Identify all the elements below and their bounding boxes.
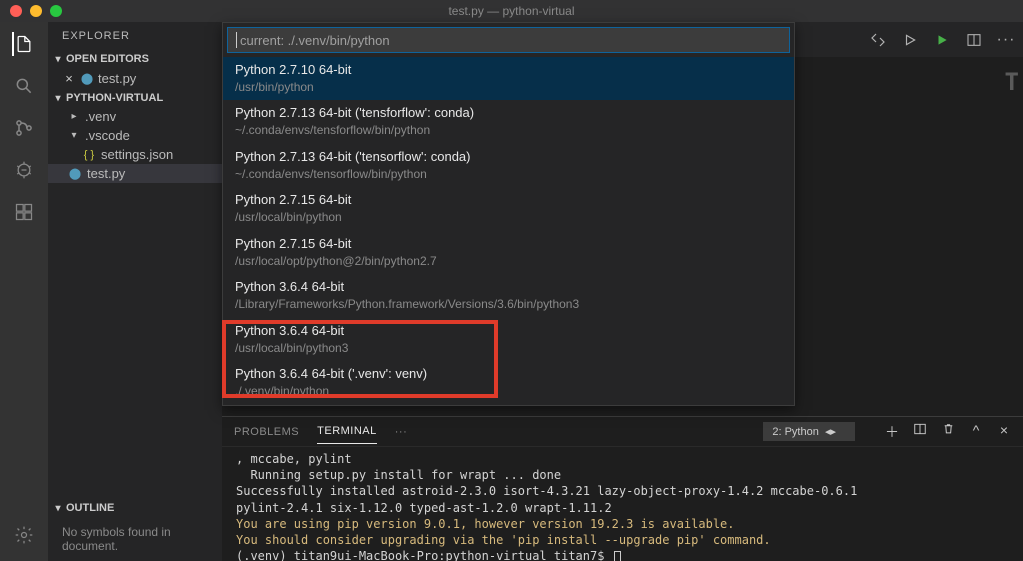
panel-tabs: PROBLEMS TERMINAL ··· 2: Python ◂▸ ＋ ^ ×	[222, 417, 1023, 447]
quickpick-item[interactable]: Python 3.6.4 64-bit/Library/Frameworks/P…	[223, 274, 794, 317]
terminal-select[interactable]: 2: Python ◂▸	[763, 422, 855, 441]
diff-icon[interactable]	[869, 31, 887, 49]
terminal-body[interactable]: , mccabe, pylint Running setup.py instal…	[222, 447, 1023, 561]
quickpick-item-desc: ~/.conda/envs/tensorflow/bin/python	[235, 167, 782, 183]
open-editor-label: test.py	[98, 71, 136, 86]
terminal-line: You are using pip version 9.0.1, however…	[236, 516, 1009, 532]
quickpick-item-label: Python 2.7.13 64-bit ('tensforflow': con…	[235, 105, 782, 122]
run-outline-icon[interactable]	[901, 31, 919, 49]
quickpick-item-desc: ~/.conda/envs/tensforflow/bin/python	[235, 123, 782, 139]
quickpick-item-desc: ./.venv/bin/python	[235, 384, 782, 400]
outline-empty: No symbols found in document.	[48, 517, 222, 561]
tab-terminal[interactable]: TERMINAL	[317, 419, 377, 444]
workspace-header[interactable]: ▾PYTHON-VIRTUAL	[48, 89, 222, 107]
split-editor-icon[interactable]	[965, 31, 983, 49]
quickpick-item[interactable]: Python 2.7.13 64-bit ('tensforflow': con…	[223, 100, 794, 143]
file-item[interactable]: { } settings.json	[48, 145, 222, 164]
chevron-down-icon: ▾	[52, 54, 64, 65]
quickpick-item[interactable]: Python 2.7.10 64-bit/usr/bin/python	[223, 57, 794, 100]
quickpick-item-label: Python 3.6.4 64-bit	[235, 323, 782, 340]
tree-item-label: .venv	[85, 109, 116, 124]
quickpick-input[interactable]: current: ./.venv/bin/python	[227, 27, 790, 53]
settings-gear-icon[interactable]	[12, 523, 36, 547]
quickpick-item-label: Python 2.7.15 64-bit	[235, 236, 782, 253]
titlebar: test.py — python-virtual	[0, 0, 1023, 22]
close-panel-icon[interactable]: ×	[997, 422, 1011, 442]
terminal-line: , mccabe, pylint	[236, 451, 1009, 467]
trash-icon[interactable]	[941, 422, 955, 442]
quickpick-item-desc: /usr/local/bin/python	[235, 210, 782, 226]
debug-icon[interactable]	[12, 158, 36, 182]
interpreter-quickpick: current: ./.venv/bin/python Python 2.7.1…	[222, 22, 795, 406]
terminal-line: You should consider upgrading via the 'p…	[236, 532, 1009, 548]
tab-problems[interactable]: PROBLEMS	[234, 426, 299, 438]
new-terminal-icon[interactable]: ＋	[885, 422, 899, 442]
open-editor-item[interactable]: × ⬤ test.py	[48, 68, 222, 89]
close-window-button[interactable]	[10, 5, 22, 17]
traffic-lights	[10, 5, 62, 17]
terminal-line: pylint-2.4.1 six-1.12.0 typed-ast-1.2.0 …	[236, 500, 1009, 516]
quickpick-item-desc: /usr/local/opt/python@2/bin/python2.7	[235, 254, 782, 270]
python-file-icon: ⬤	[68, 167, 82, 181]
run-icon[interactable]	[933, 31, 951, 49]
quickpick-item[interactable]: Python 2.7.15 64-bit/usr/local/bin/pytho…	[223, 187, 794, 230]
python-file-icon: ⬤	[80, 72, 94, 86]
terminal-line: (.venv) titan9ui-MacBook-Pro:python-virt…	[236, 548, 1009, 561]
quickpick-item-label: Python 2.7.10 64-bit	[235, 62, 782, 79]
git-icon[interactable]	[12, 116, 36, 140]
files-icon[interactable]	[12, 32, 36, 56]
chevron-down-icon: ▾	[68, 130, 80, 141]
maximize-panel-icon[interactable]: ^	[969, 422, 983, 442]
quickpick-item-label: Python 3.6.4 64-bit ('.venv': venv)	[235, 366, 782, 383]
file-tree: ▸ .venv ▾ .vscode { } settings.json ⬤ test.py	[48, 107, 222, 183]
folder-item[interactable]: ▸ .venv	[48, 107, 222, 126]
quickpick-item[interactable]: Python 3.6.4 64-bit ('.venv': venv)./.ve…	[223, 361, 794, 404]
window-title: test.py — python-virtual	[448, 4, 574, 18]
quickpick-item[interactable]: Python 2.7.13 64-bit ('tensorflow': cond…	[223, 144, 794, 187]
quickpick-item-label: Python 2.7.15 64-bit	[235, 192, 782, 209]
quickpick-item-desc: /usr/local/bin/python3	[235, 341, 782, 357]
folder-item[interactable]: ▾ .vscode	[48, 126, 222, 145]
terminal-panel: PROBLEMS TERMINAL ··· 2: Python ◂▸ ＋ ^ ×…	[222, 416, 1023, 561]
quickpick-item-label: Python 2.7.13 64-bit ('tensorflow': cond…	[235, 149, 782, 166]
quickpick-item-label: Python 3.6.4 64-bit	[235, 279, 782, 296]
quickpick-list: Python 2.7.10 64-bit/usr/bin/pythonPytho…	[223, 57, 794, 405]
quickpick-item-desc: /Library/Frameworks/Python.framework/Ver…	[235, 297, 782, 313]
chevron-down-icon: ▾	[52, 93, 64, 104]
extensions-icon[interactable]	[12, 200, 36, 224]
minimap: T	[1005, 68, 1019, 96]
tab-more[interactable]: ···	[395, 426, 408, 438]
search-icon[interactable]	[12, 74, 36, 98]
tree-item-label: settings.json	[101, 147, 173, 162]
quickpick-item-desc: /usr/bin/python	[235, 80, 782, 96]
quickpick-item[interactable]: Python 2.7.15 64-bit/usr/local/opt/pytho…	[223, 231, 794, 274]
quickpick-item[interactable]: Python 3.6.4 64-bit/usr/local/bin/python…	[223, 318, 794, 361]
more-icon[interactable]: ···	[997, 31, 1015, 49]
outline-header[interactable]: ▾OUTLINE	[48, 499, 222, 517]
explorer-sidebar: EXPLORER ▾OPEN EDITORS × ⬤ test.py ▾PYTH…	[48, 22, 222, 561]
terminal-line: Successfully installed astroid-2.3.0 iso…	[236, 483, 1009, 499]
tree-item-label: test.py	[87, 166, 125, 181]
split-terminal-icon[interactable]	[913, 422, 927, 442]
open-editors-header[interactable]: ▾OPEN EDITORS	[48, 50, 222, 68]
minimize-window-button[interactable]	[30, 5, 42, 17]
activity-bar	[0, 22, 48, 561]
file-item[interactable]: ⬤ test.py	[48, 164, 222, 183]
chevron-right-icon: ▸	[68, 111, 80, 122]
terminal-cursor	[614, 551, 621, 561]
maximize-window-button[interactable]	[50, 5, 62, 17]
chevron-down-icon: ▾	[52, 503, 64, 514]
tree-item-label: .vscode	[85, 128, 130, 143]
explorer-title: EXPLORER	[48, 22, 222, 50]
json-file-icon: { }	[82, 148, 96, 162]
close-editor-icon[interactable]: ×	[62, 71, 76, 86]
terminal-line: Running setup.py install for wrapt ... d…	[236, 467, 1009, 483]
